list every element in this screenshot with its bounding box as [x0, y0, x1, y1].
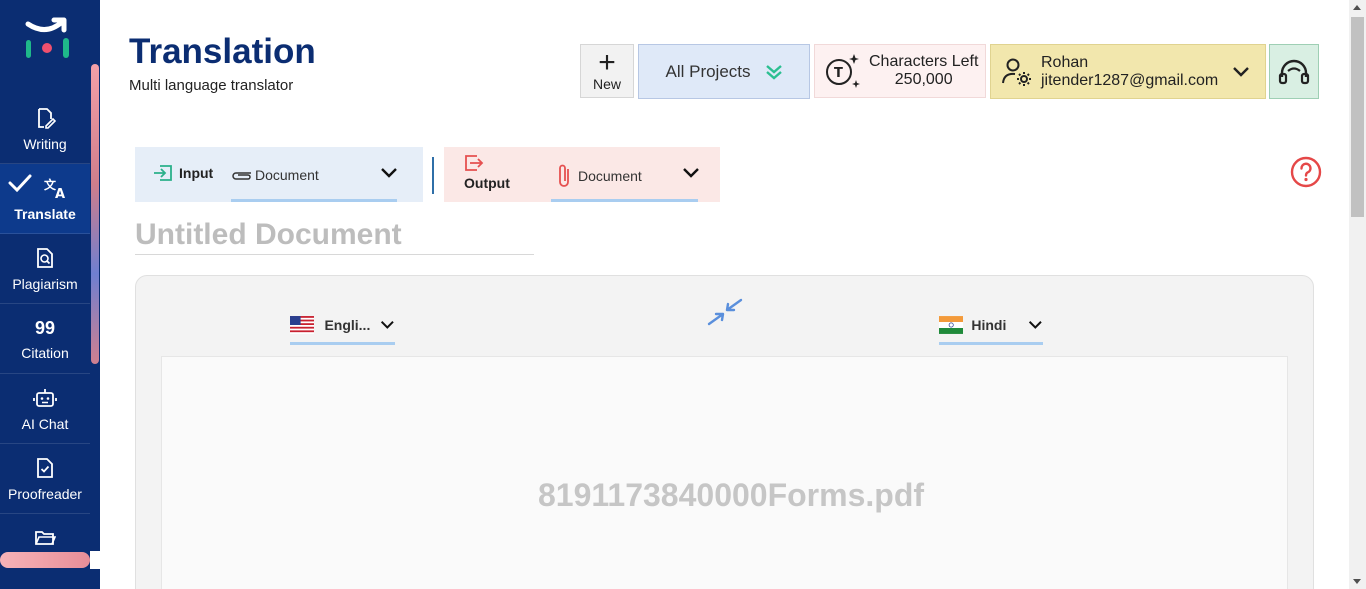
translate-icon: 文A — [44, 176, 68, 200]
document-title-input[interactable]: Untitled Document — [135, 218, 534, 255]
app-root: Writing 文A Translate Plagiarism 99 Citat… — [0, 0, 1366, 589]
sidebar-item-citation[interactable]: 99 Citation — [0, 304, 90, 374]
target-language-select[interactable]: Hindi — [939, 305, 1043, 345]
input-type-select[interactable]: Document — [231, 167, 319, 183]
folder-icon — [33, 526, 57, 550]
document-drop-area[interactable]: 8191173840000Forms.pdf — [161, 356, 1288, 589]
user-settings-icon — [1002, 58, 1031, 86]
chevron-down-icon[interactable] — [380, 167, 398, 179]
target-language-label: Hindi — [971, 317, 1007, 333]
robot-icon — [33, 386, 57, 410]
chevron-down-icon — [1233, 66, 1250, 77]
help-icon[interactable] — [1290, 156, 1322, 188]
headset-icon — [1278, 59, 1310, 84]
plagiarism-icon — [33, 246, 57, 270]
sidebar-horizontal-scrollbar[interactable] — [0, 552, 90, 568]
chevron-down-icon — [381, 321, 395, 329]
user-name: Rohan — [1041, 53, 1089, 71]
support-button[interactable] — [1269, 44, 1319, 99]
sidebar-nav: Writing 文A Translate Plagiarism 99 Citat… — [0, 94, 90, 584]
sidebar-item-folder[interactable] — [0, 514, 90, 584]
sidebar-item-label: Plagiarism — [12, 275, 78, 292]
sidebar-item-label: AI Chat — [21, 415, 69, 432]
check-icon — [8, 174, 32, 192]
svg-text:A: A — [55, 187, 65, 200]
paperclip-icon — [232, 172, 251, 180]
new-project-button[interactable]: + New — [580, 44, 634, 98]
input-type-value: Document — [255, 167, 319, 183]
user-email: jitender1287@gmail.com — [1041, 71, 1219, 89]
output-type-select[interactable]: Document — [556, 163, 642, 189]
us-flag-icon — [290, 316, 315, 334]
page-subtitle: Multi language translator — [129, 77, 294, 94]
double-chevron-down-icon — [765, 64, 782, 80]
sidebar: Writing 文A Translate Plagiarism 99 Citat… — [0, 0, 100, 589]
svg-text:T: T — [834, 66, 843, 81]
source-language-select[interactable]: Engli... — [290, 305, 395, 345]
input-label: Input — [179, 165, 214, 181]
sidebar-item-label: Proofreader — [8, 485, 82, 502]
chevron-down-icon[interactable] — [682, 167, 700, 179]
swap-languages-icon[interactable] — [705, 296, 745, 328]
all-projects-button[interactable]: All Projects — [638, 44, 810, 99]
india-flag-icon — [939, 316, 964, 334]
user-menu[interactable]: Rohan jitender1287@gmail.com — [990, 44, 1266, 99]
characters-left-box: T Characters Left 250,000 — [814, 44, 986, 98]
characters-left-label: Characters Left — [869, 53, 979, 70]
scroll-up-arrow-icon[interactable] — [1353, 5, 1361, 10]
input-tab[interactable]: Input Document — [135, 147, 423, 202]
output-icon — [465, 155, 484, 171]
scroll-down-arrow-icon[interactable] — [1353, 579, 1361, 584]
tab-divider — [432, 157, 434, 194]
sidebar-item-proofreader[interactable]: Proofreader — [0, 444, 90, 514]
paperclip-icon — [559, 164, 569, 187]
page-scrollbar[interactable] — [1349, 0, 1366, 589]
new-label: New — [592, 76, 621, 92]
sidebar-item-plagiarism[interactable]: Plagiarism — [0, 234, 90, 304]
sidebar-item-label: Citation — [21, 344, 69, 361]
source-language-label: Engli... — [324, 317, 371, 333]
chevron-down-icon — [1029, 321, 1043, 329]
writing-icon — [33, 106, 57, 130]
sidebar-scrollbar[interactable] — [90, 64, 100, 584]
sidebar-item-writing[interactable]: Writing — [0, 94, 90, 164]
sidebar-item-translate[interactable]: 文A Translate — [0, 164, 90, 234]
scrollbar-thumb[interactable] — [1351, 17, 1364, 217]
page-title: Translation — [129, 32, 316, 71]
citation-icon: 99 — [34, 317, 56, 338]
sidebar-item-label: Translate — [14, 205, 76, 222]
all-projects-label: All Projects — [665, 61, 751, 81]
input-icon — [154, 165, 172, 181]
plus-icon: + — [598, 46, 616, 79]
sidebar-item-ai-chat[interactable]: AI Chat — [0, 374, 90, 444]
output-tab[interactable]: Output Document — [444, 147, 720, 202]
output-type-value: Document — [578, 168, 642, 184]
ai-text-icon: T — [826, 54, 860, 88]
characters-left-value: 250,000 — [894, 71, 953, 88]
proofreader-icon — [33, 456, 57, 480]
output-label: Output — [464, 175, 510, 191]
sidebar-item-label: Writing — [23, 135, 67, 152]
uploaded-file-name: 8191173840000Forms.pdf — [537, 477, 925, 513]
app-logo[interactable] — [22, 14, 74, 62]
